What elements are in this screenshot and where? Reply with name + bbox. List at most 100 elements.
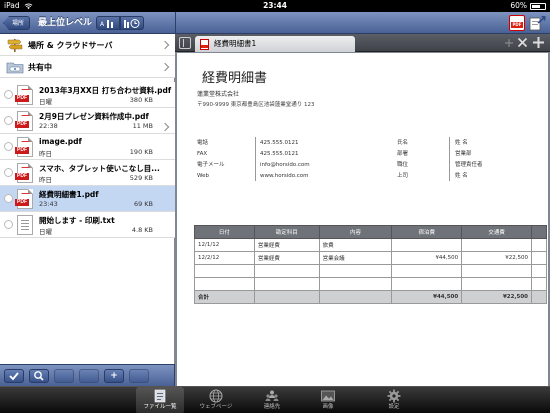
sort-date-button[interactable] xyxy=(120,16,144,30)
file-row[interactable]: PDF スマホ、タブレット使いこなし目... 昨日 529 KB xyxy=(0,160,175,186)
contacts-icon xyxy=(265,390,279,401)
chevron-right-icon xyxy=(160,40,170,50)
table-cell xyxy=(318,277,393,291)
person-label: 職位 xyxy=(397,162,409,168)
add-button[interactable]: + xyxy=(104,369,124,383)
table-cell xyxy=(531,277,547,291)
table-cell: 旅費 xyxy=(318,238,393,252)
main-tab-bar: ファイル一覧 ウェブページ 連絡先 画像 設定 xyxy=(0,386,550,413)
move-icon[interactable] xyxy=(504,38,514,48)
location-label: 場所 & クラウドサーバ xyxy=(28,41,113,50)
table-cell xyxy=(253,277,320,291)
tab-label: ファイル一覧 xyxy=(143,404,177,410)
pdf-file-icon: PDF xyxy=(15,111,33,131)
contact-label: 電話 xyxy=(197,140,209,146)
file-date: 日曜 xyxy=(39,98,52,106)
contact-label: Web xyxy=(197,173,209,179)
sort-alpha-button[interactable]: A xyxy=(96,16,120,30)
add-tab-icon[interactable] xyxy=(532,36,545,49)
contact-value: info@horsido.com xyxy=(260,162,310,168)
table-cell xyxy=(531,290,547,304)
table-cell: 営業経費 xyxy=(253,251,320,265)
pdf-file-icon: PDF xyxy=(15,137,33,157)
pdf-icon: PDF xyxy=(511,22,523,28)
shared-folder-icon xyxy=(6,62,24,74)
file-date: 日曜 xyxy=(39,228,52,236)
battery-icon xyxy=(530,2,546,10)
tab-file-list[interactable]: ファイル一覧 xyxy=(136,387,184,413)
text-file-icon xyxy=(17,215,33,235)
back-button[interactable]: 場所 xyxy=(3,16,31,30)
location-cloud-servers[interactable]: 場所 & クラウドサーバ xyxy=(0,34,175,56)
file-date: 23:43 xyxy=(39,200,58,208)
file-name: 開始します - 印刷.txt xyxy=(39,216,115,225)
expense-table: 日付 勘定科目 内容 宿泊費 交通費 12/1/12 営業経費 旅費 12/2/… xyxy=(194,225,547,304)
table-total-row: 合計 ¥44,500 ¥22,500 xyxy=(194,290,547,304)
select-radio[interactable] xyxy=(4,194,13,203)
signpost-icon xyxy=(7,39,23,52)
select-radio[interactable] xyxy=(4,90,13,99)
search-button[interactable] xyxy=(29,369,49,383)
globe-icon xyxy=(209,389,223,403)
table-cell xyxy=(391,264,463,278)
table-cell xyxy=(461,264,533,278)
battery-status: 60% xyxy=(510,0,546,12)
company-name: 蓮業堂株式会社 xyxy=(197,91,240,98)
document-tab-label: 経費明細書1 xyxy=(214,39,257,48)
sidebar-toggle-icon[interactable] xyxy=(179,37,191,49)
document-page: 経費明細書 蓮業堂株式会社 〒990-9999 東京都豊島区池袋蓮業堂通り 12… xyxy=(177,53,548,386)
file-size: 380 KB xyxy=(129,96,153,104)
select-mode-button[interactable] xyxy=(4,369,24,383)
table-cell xyxy=(461,238,533,252)
file-date: 22:38 xyxy=(39,122,58,130)
chevron-right-icon[interactable] xyxy=(160,122,170,132)
close-icon[interactable] xyxy=(517,37,528,48)
tab-web[interactable]: ウェブページ xyxy=(192,387,240,413)
sort-alpha-icon: A xyxy=(100,20,113,28)
share-icon[interactable] xyxy=(529,15,546,31)
table-cell xyxy=(253,290,320,304)
select-radio[interactable] xyxy=(4,220,13,229)
table-cell xyxy=(253,264,320,278)
file-name: 2013年3月XX日 打ち合わせ資料.pdf xyxy=(39,86,172,95)
file-row-selected[interactable]: PDF 経費明細書1.pdf 23:43 69 KB xyxy=(0,186,175,212)
person-label: 氏名 xyxy=(397,140,409,146)
tab-images[interactable]: 画像 xyxy=(304,387,352,413)
select-radio[interactable] xyxy=(4,142,13,151)
select-radio[interactable] xyxy=(4,116,13,125)
table-row xyxy=(194,264,547,278)
file-row[interactable]: PDF 2013年3月XX日 打ち合わせ資料.pdf 日曜 380 KB xyxy=(0,82,175,108)
share-button[interactable] xyxy=(79,369,99,383)
person-label: 上司 xyxy=(397,173,409,179)
table-cell: 12/2/12 xyxy=(194,251,255,265)
document-tab[interactable]: 経費明細書1 xyxy=(195,36,355,52)
file-row[interactable]: 開始します - 印刷.txt 日曜 4.8 KB xyxy=(0,212,175,238)
divider xyxy=(255,137,256,181)
tab-contacts[interactable]: 連絡先 xyxy=(248,387,296,413)
left-toolbar: 場所 最上位レベル A xyxy=(0,12,175,34)
person-value: 管理責任者 xyxy=(455,162,483,168)
tab-settings[interactable]: 設定 xyxy=(370,387,418,413)
file-row[interactable]: PDF image.pdf 昨日 190 KB xyxy=(0,134,175,160)
file-size: 11 MB xyxy=(132,122,153,130)
move-button[interactable] xyxy=(54,369,74,383)
location-shared[interactable]: 共有中 xyxy=(0,56,175,78)
clock: 23:44 xyxy=(263,1,287,10)
file-name: スマホ、タブレット使いこなし目... xyxy=(39,164,160,173)
select-radio[interactable] xyxy=(4,168,13,177)
file-name: 2月9日プレゼン資料作成中.pdf xyxy=(39,112,149,121)
delete-button[interactable] xyxy=(129,369,149,383)
table-header: 勘定科目 xyxy=(253,225,320,239)
chevron-right-icon xyxy=(160,62,170,72)
document-title: 経費明細書 xyxy=(202,71,268,86)
table-row xyxy=(194,277,547,291)
pdf-file-icon: PDF xyxy=(15,163,33,183)
pdf-convert-button[interactable]: PDF xyxy=(509,15,525,31)
contact-label: FAX xyxy=(197,151,208,157)
table-cell xyxy=(194,264,255,278)
table-cell xyxy=(318,290,393,304)
file-list: 場所 & クラウドサーバ 共有中 PDF 2013年3月XX日 打ち合わせ資料.… xyxy=(0,34,175,364)
table-cell xyxy=(318,264,393,278)
file-row[interactable]: PDF 2月9日プレゼン資料作成中.pdf 22:38 11 MB xyxy=(0,108,175,134)
table-header: 交通費 xyxy=(461,225,533,239)
